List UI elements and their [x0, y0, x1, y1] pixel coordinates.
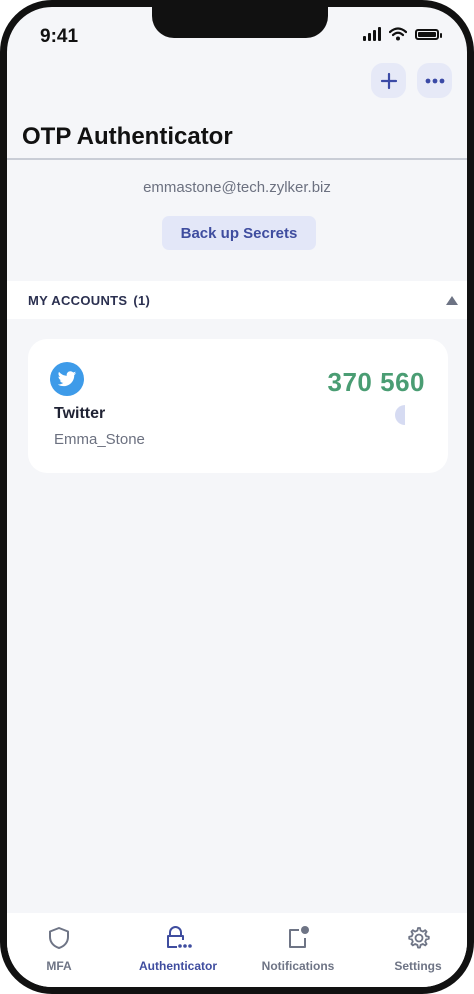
account-service-name: Twitter [54, 405, 106, 422]
tab-label: MFA [46, 959, 72, 973]
lock-dots-icon [164, 923, 192, 953]
wifi-icon [389, 27, 407, 41]
backup-secrets-button[interactable]: Back up Secrets [162, 216, 316, 250]
collapse-caret-icon[interactable] [446, 296, 458, 305]
tab-authenticator[interactable]: Authenticator [123, 913, 233, 987]
account-username: Emma_Stone [54, 431, 145, 448]
tab-label: Notifications [261, 959, 335, 973]
phone-frame: 9:41 OTP Authenticator emmastone@tech.zy… [0, 0, 474, 994]
section-label: MY ACCOUNTS [28, 292, 128, 308]
otp-timer-icon [395, 405, 415, 425]
page-title: OTP Authenticator [22, 123, 233, 150]
tab-label: Authenticator [139, 959, 217, 973]
gear-icon [405, 923, 431, 953]
status-time: 9:41 [40, 26, 79, 47]
more-options-button[interactable] [417, 63, 452, 98]
section-count: (1) [133, 292, 151, 308]
notification-icon [285, 923, 311, 953]
otp-code[interactable]: 370 560 [328, 367, 425, 398]
tab-mfa[interactable]: MFA [7, 913, 114, 987]
battery-icon [415, 28, 442, 40]
tab-label: Settings [394, 959, 442, 973]
bottom-tab-bar: MFA Authenticator Notifications Settings [7, 913, 467, 987]
more-horizontal-icon [425, 78, 444, 83]
tab-notifications[interactable]: Notifications [243, 913, 353, 987]
add-account-button[interactable] [371, 63, 406, 98]
tab-settings[interactable]: Settings [363, 913, 467, 987]
header-divider [7, 158, 467, 160]
twitter-bird-icon [50, 362, 84, 396]
my-accounts-header[interactable]: MY ACCOUNTS (1) [7, 281, 467, 319]
account-card-twitter[interactable]: Twitter Emma_Stone 370 560 [28, 339, 448, 473]
status-icons [363, 27, 442, 41]
notch [152, 7, 328, 38]
shield-icon [48, 923, 70, 953]
plus-icon [380, 72, 397, 89]
account-email: emmastone@tech.zylker.biz [143, 179, 331, 196]
signal-icon [363, 27, 381, 41]
